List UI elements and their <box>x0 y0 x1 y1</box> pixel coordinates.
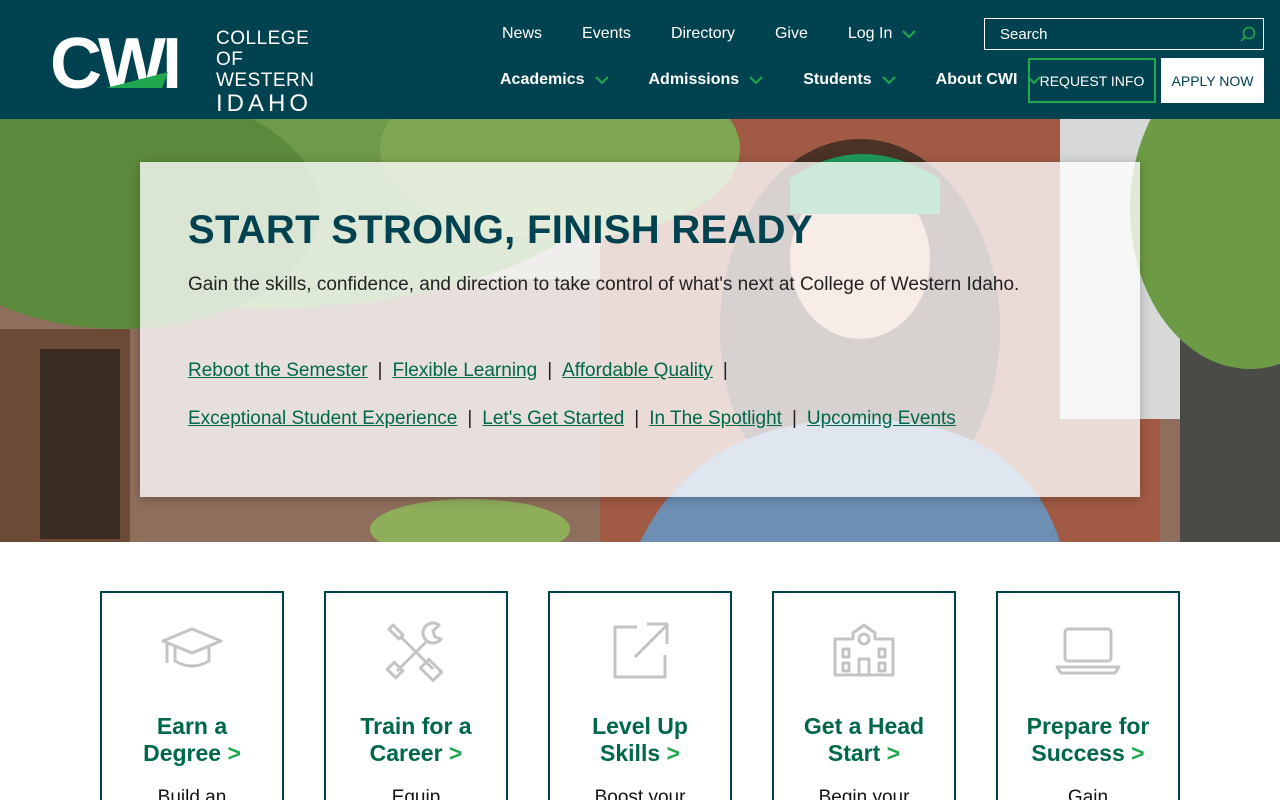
hero-quick-links: Reboot the Semester | Flexible Learning | Af… <box>188 347 1068 443</box>
laptop-icon <box>1055 627 1121 675</box>
card-description: Equip <box>391 787 441 800</box>
card-title-text: Earn a Degree <box>143 713 228 766</box>
card-title: Level Up Skills > <box>550 713 730 767</box>
search-input[interactable] <box>985 25 1230 43</box>
hero-title: START STRONG, FINISH READY <box>188 208 813 252</box>
logo-line-3: IDAHO <box>216 90 313 117</box>
card-earn-a-degree[interactable]: Earn a Degree > Build an <box>100 591 284 800</box>
link-lets-get-started[interactable]: Let's Get Started <box>482 408 624 429</box>
tools-icon <box>385 621 444 683</box>
chevron-down-icon <box>881 75 896 84</box>
link-separator: | <box>377 360 383 381</box>
nav-students[interactable]: Students <box>803 71 896 89</box>
nav-events[interactable]: Events <box>582 25 631 43</box>
card-arrow: > <box>666 740 680 766</box>
card-title: Get a Head Start > <box>774 713 954 767</box>
search-box <box>984 18 1264 50</box>
hero-callout: START STRONG, FINISH READY Gain the skil… <box>140 162 1140 497</box>
utility-nav: News Events Directory Give Log In <box>482 22 936 46</box>
card-arrow: > <box>886 740 901 766</box>
link-separator: | <box>547 360 553 381</box>
card-arrow: > <box>448 740 463 766</box>
link-separator: | <box>467 408 473 429</box>
card-level-up-skills[interactable]: Level Up Skills > Boost your <box>548 591 732 800</box>
nav-academics-label: Academics <box>500 71 585 88</box>
chevron-down-icon <box>594 75 609 84</box>
nav-log-in-label: Log In <box>847 25 893 42</box>
nav-directory[interactable]: Directory <box>671 25 735 43</box>
card-title: Train for a Career > <box>326 713 506 767</box>
nav-students-label: Students <box>803 71 872 88</box>
link-affordable-quality[interactable]: Affordable Quality <box>562 360 713 381</box>
card-description: Begin your <box>818 787 910 800</box>
logo-wordmark: COLLEGE OF WESTERN IDAHO <box>216 28 340 116</box>
chevron-down-icon <box>749 75 763 84</box>
main-nav: Academics Admissions Students About CWI <box>480 68 1061 92</box>
card-train-for-a-career[interactable]: Train for a Career > Equip <box>324 591 508 800</box>
hero-banner: START STRONG, FINISH READY Gain the skil… <box>0 119 1280 542</box>
graduation-cap-icon <box>161 627 223 668</box>
card-description: Boost your <box>594 787 686 800</box>
link-separator: | <box>791 408 797 429</box>
card-prepare-for-success[interactable]: Prepare for Success > Gain <box>996 591 1180 800</box>
site-header: CWI COLLEGE OF WESTERN IDAHO News Events… <box>0 0 1280 119</box>
link-flexible-learning[interactable]: Flexible Learning <box>392 360 537 381</box>
pathway-cards: Earn a Degree > Build an Train for a Car… <box>100 591 1180 800</box>
card-get-a-head-start[interactable]: Get a Head Start > Begin your <box>772 591 956 800</box>
nav-give[interactable]: Give <box>775 25 808 43</box>
link-reboot-the-semester[interactable]: Reboot the Semester <box>188 360 368 381</box>
card-description: Gain <box>1067 787 1109 800</box>
link-exceptional-student-experience[interactable]: Exceptional Student Experience <box>188 408 457 429</box>
school-building-icon <box>833 623 895 677</box>
logo-line-2: WESTERN <box>216 70 315 91</box>
card-title: Earn a Degree > <box>102 713 282 767</box>
nav-admissions[interactable]: Admissions <box>649 71 764 89</box>
request-info-button[interactable]: REQUEST INFO <box>1028 58 1156 103</box>
nav-about-cwi-label: About CWI <box>935 71 1018 88</box>
apply-now-button[interactable]: APPLY NOW <box>1161 58 1264 103</box>
nav-admissions-label: Admissions <box>648 71 740 88</box>
nav-log-in[interactable]: Log In <box>847 25 917 43</box>
card-description: Build an <box>157 787 227 800</box>
card-arrow: > <box>227 740 241 766</box>
cwi-logo[interactable]: CWI COLLEGE OF WESTERN IDAHO <box>50 28 340 116</box>
link-separator: | <box>634 408 640 429</box>
nav-about-cwi[interactable]: About CWI <box>936 71 1042 89</box>
card-title-text: Get a Head Start <box>803 713 925 766</box>
chevron-down-icon <box>902 29 917 38</box>
link-separator: | <box>722 360 728 381</box>
card-title: Prepare for Success > <box>998 713 1178 767</box>
logo-line-1: COLLEGE OF <box>216 28 310 70</box>
card-arrow: > <box>1131 740 1145 766</box>
search-icon[interactable] <box>1239 26 1257 44</box>
external-link-icon <box>613 622 669 679</box>
nav-academics[interactable]: Academics <box>500 71 609 89</box>
link-in-the-spotlight[interactable]: In The Spotlight <box>649 408 782 429</box>
link-upcoming-events[interactable]: Upcoming Events <box>807 408 956 429</box>
cwi-logo-mark: CWI <box>50 28 182 94</box>
nav-news[interactable]: News <box>502 25 542 43</box>
hero-subtitle: Gain the skills, confidence, and directi… <box>188 274 1020 295</box>
